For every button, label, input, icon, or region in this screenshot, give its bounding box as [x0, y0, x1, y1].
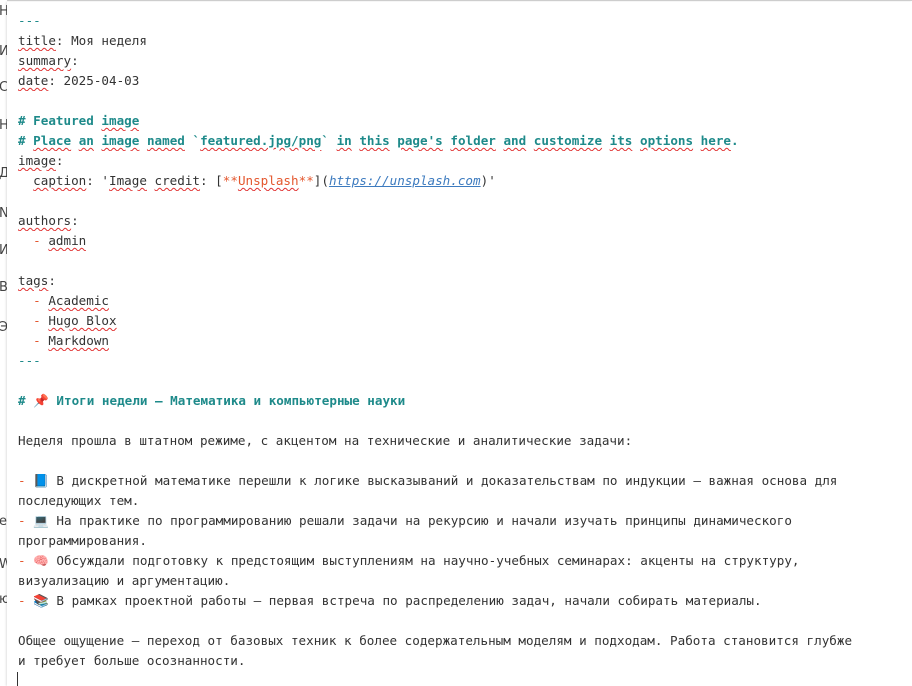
date-key: date [18, 73, 49, 88]
list-item: - 📘 В дискретной математике перешли к ло… [18, 473, 838, 488]
bg-text: Н [0, 118, 7, 133]
tag-item: - Hugo Blox [18, 313, 117, 328]
frontmatter-close: --- [18, 353, 41, 368]
bg-text: N [0, 206, 7, 221]
authors-line: authors: [18, 213, 79, 228]
title-key: title [18, 33, 56, 48]
text-cursor [17, 672, 18, 686]
background-window: Н И С Н Д N И В Э е W ю [0, 0, 7, 686]
outro-paragraph-continuation: и требует больше осознанности. [18, 653, 246, 668]
bg-text: Н [0, 4, 7, 19]
list-item: - 💻 На практике по программированию реша… [18, 513, 792, 528]
author-item: - admin [18, 233, 87, 248]
frontmatter-open: --- [18, 13, 41, 28]
list-item: - 📚 В рамках проектной работы — первая в… [18, 593, 762, 608]
title-value: : Моя неделя [55, 33, 147, 48]
heading: # 📌 Итоги недели — Математика и компьюте… [18, 393, 406, 408]
date-value: : 2025-04-03 [48, 73, 140, 88]
summary-key: summary [18, 53, 72, 68]
list-item-continuation: программирования. [18, 533, 147, 548]
title-line: title: Моя неделя [18, 31, 147, 51]
caption-key: caption [33, 173, 87, 188]
bg-text: W [0, 557, 7, 572]
bg-text: Э [0, 320, 7, 335]
image-line: image: [18, 153, 64, 168]
featured-comment: # Featured image [18, 113, 140, 128]
authors-key: authors [18, 213, 72, 228]
window-top-border [0, 0, 912, 1]
bg-text: И [0, 44, 7, 59]
list-item: - 🧠 Обсуждали подготовку к предстоящим в… [18, 553, 800, 568]
caption-line: caption: 'Image credit: [**Unsplash**](h… [33, 173, 496, 188]
tag-item: - Markdown [18, 333, 110, 348]
date-line: date: 2025-04-03 [18, 71, 139, 91]
bg-text: И [0, 243, 7, 258]
bg-text: С [0, 80, 7, 95]
place-comment: # Place an image named `featured.jpg/png… [18, 133, 739, 148]
outro-paragraph: Общее ощущение — переход от базовых техн… [18, 633, 853, 648]
tag-item: - Academic [18, 293, 110, 308]
summary-line: summary: [18, 53, 79, 68]
markdown-editor[interactable]: --- title: Моя неделя summary: date: 202… [7, 2, 912, 686]
bg-text: Д [0, 166, 7, 181]
tags-key: tags [18, 273, 49, 288]
bg-text: е [0, 514, 7, 529]
intro-paragraph: Неделя прошла в штатном режиме, с акцент… [18, 433, 633, 448]
list-item-continuation: визуализацию и аргументацию. [18, 573, 231, 588]
image-key: image [18, 153, 56, 168]
list-item-continuation: последующих тем. [18, 493, 140, 508]
bg-text: ю [0, 592, 7, 607]
bg-text: В [0, 280, 7, 295]
tags-line: tags: [18, 273, 56, 288]
unsplash-link[interactable]: https://unsplash.com [329, 173, 481, 188]
